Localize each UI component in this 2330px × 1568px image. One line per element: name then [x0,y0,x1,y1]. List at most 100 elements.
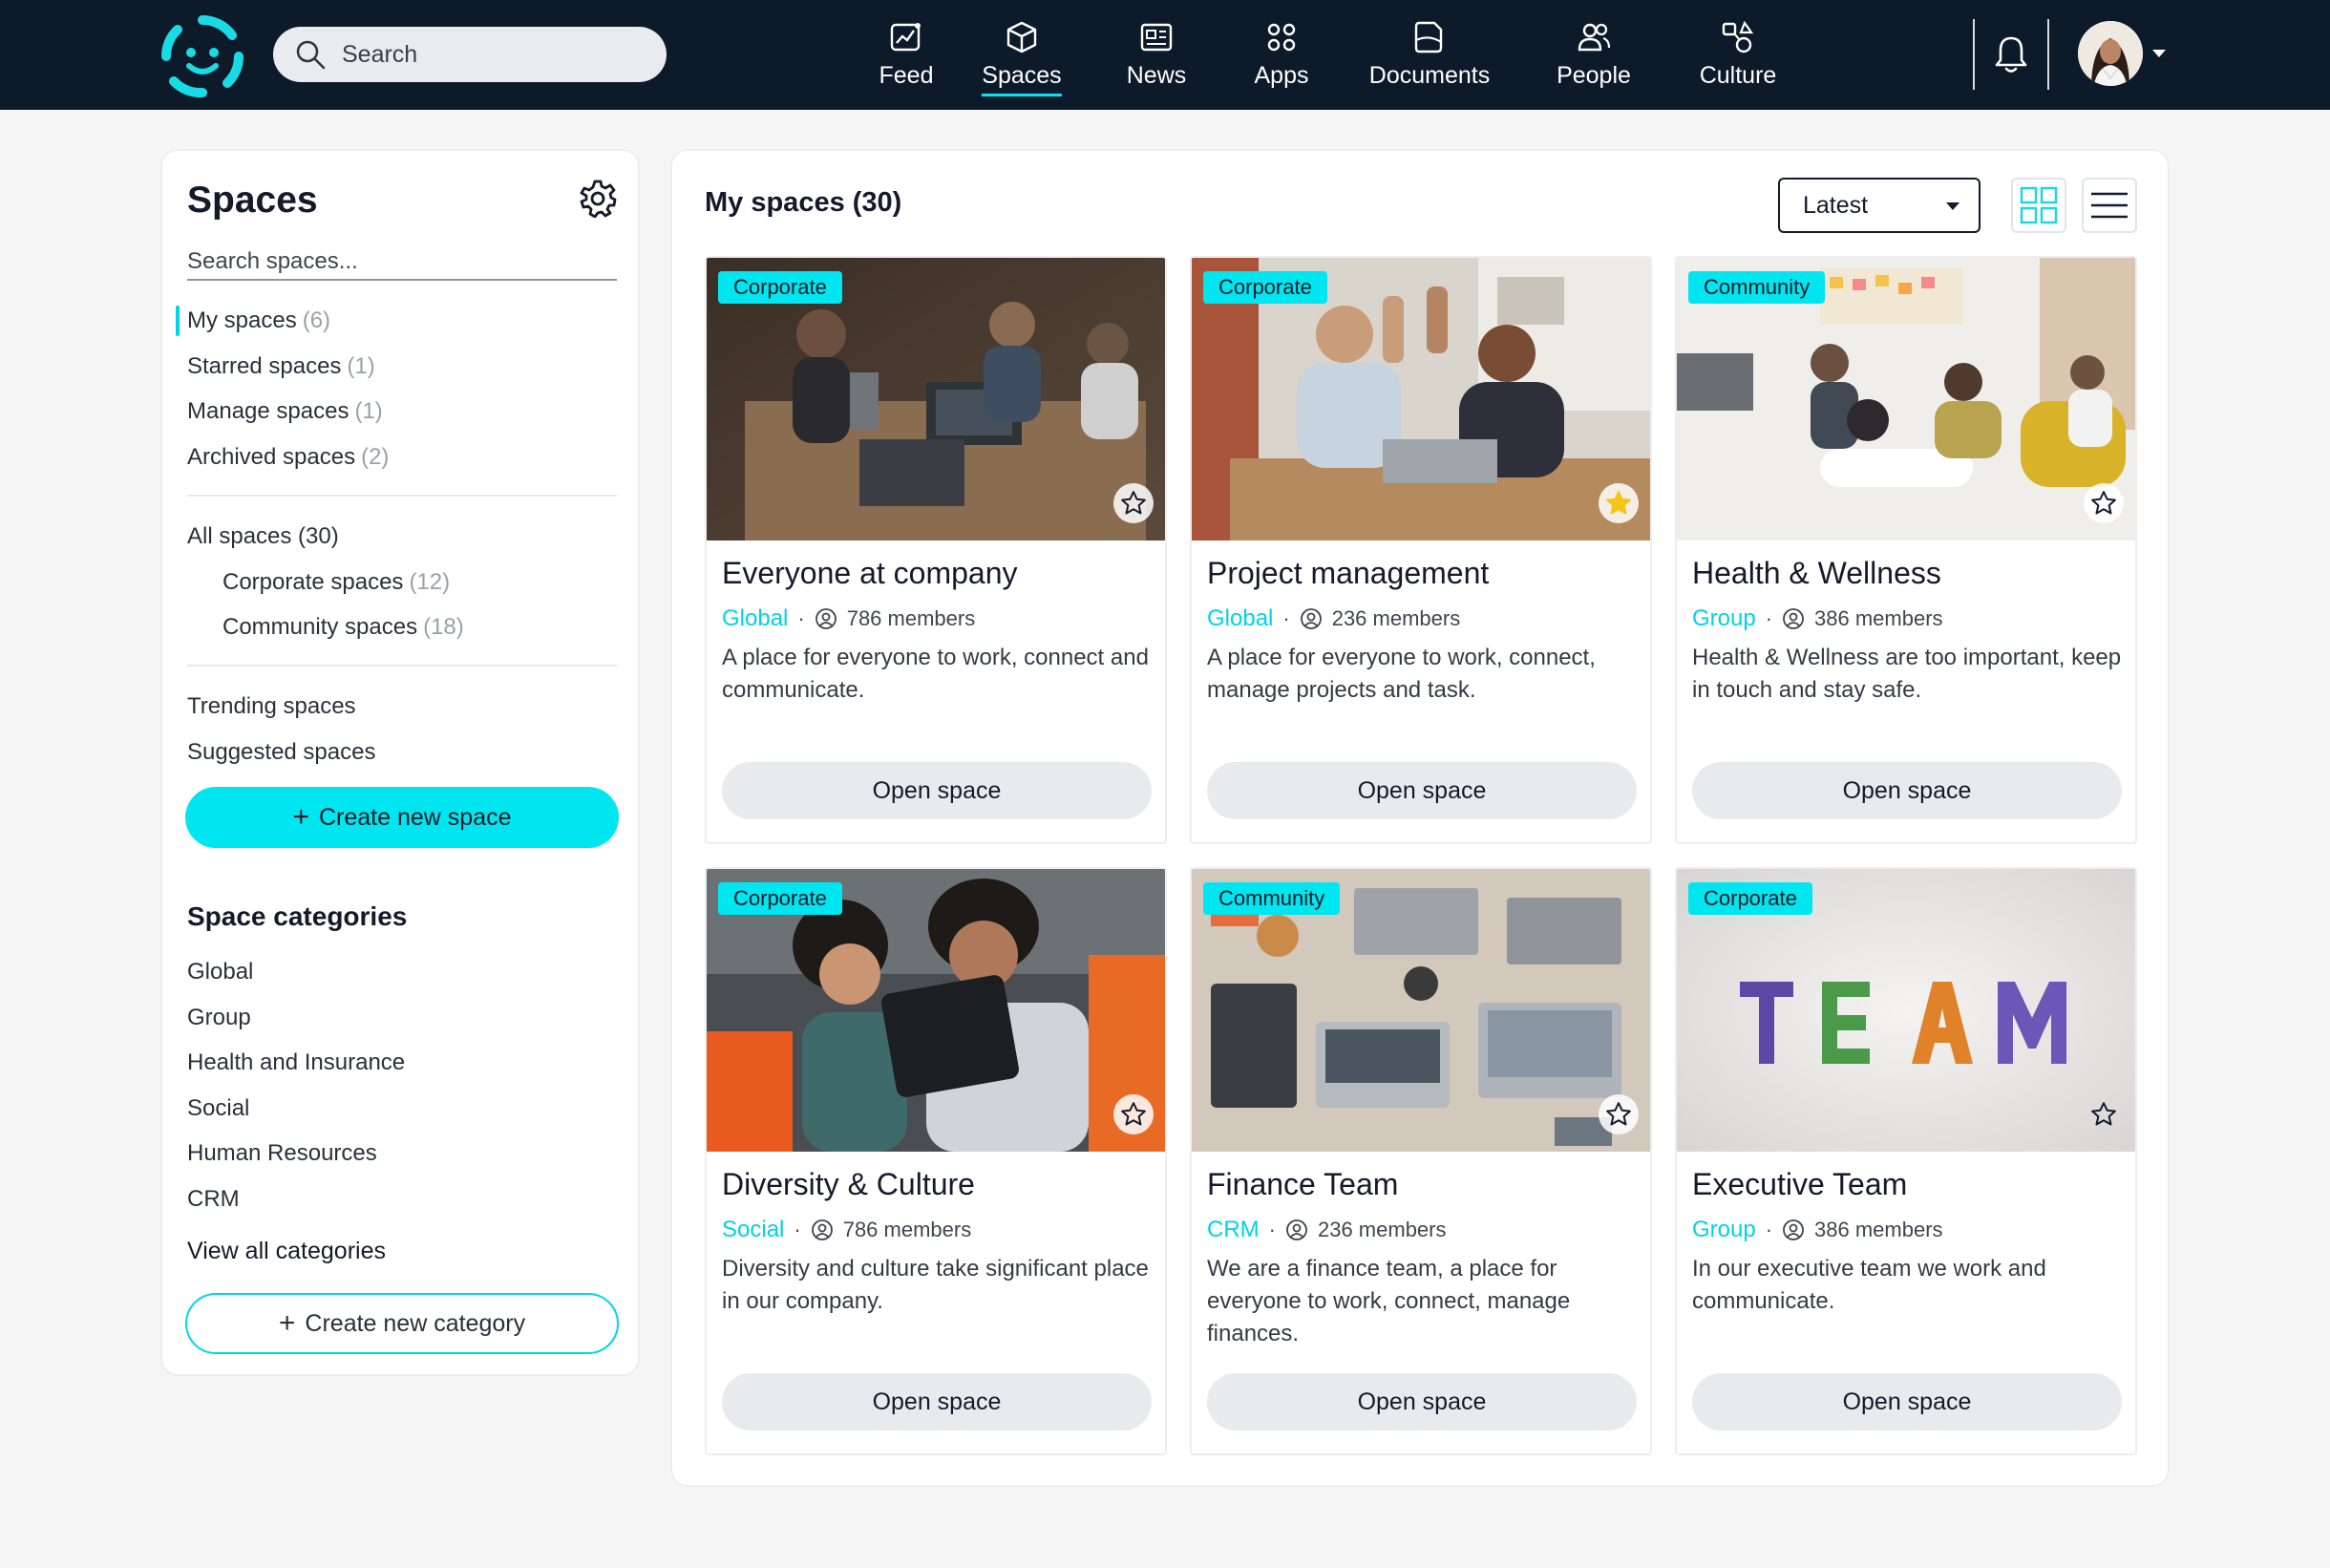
nav-documents[interactable]: Documents [1339,0,1520,110]
space-title[interactable]: Project management [1207,556,1489,591]
category-item-social[interactable]: Social [187,1086,405,1132]
discover-spaces-list: Trending spaces Suggested spaces [187,684,617,774]
space-card: Community Health & Wellness Group · 386 … [1675,256,2137,844]
star-icon[interactable] [2084,483,2124,523]
star-filled-icon[interactable] [1599,483,1639,523]
space-title[interactable]: Finance Team [1207,1167,1398,1202]
search-spaces-input[interactable]: Search spaces... [187,246,617,281]
culture-icon [1722,20,1754,53]
category-item-health-and-insurance[interactable]: Health and Insurance [187,1040,405,1086]
star-icon[interactable] [1113,483,1154,523]
space-meta: Social · 786 members [722,1217,972,1243]
space-description: We are a finance team, a place for every… [1207,1256,1571,1346]
search-icon [296,40,326,70]
page-title: My spaces (30) [705,187,902,218]
space-title[interactable]: Executive Team [1692,1167,1907,1202]
open-space-button[interactable]: Open space [1692,762,2122,819]
sidebar-item-manage-spaces[interactable]: Manage spaces (1) [187,389,617,434]
sidebar-item-suggested-spaces[interactable]: Suggested spaces [187,730,617,775]
open-space-button[interactable]: Open space [1207,762,1637,819]
sidebar-item-community-spaces[interactable]: Community spaces (18) [187,604,617,650]
news-icon [1140,23,1173,52]
nav-spaces[interactable]: Spaces [955,0,1089,110]
space-card: Corporate Project management Global · 23… [1190,256,1652,844]
spaces-icon [1006,21,1037,53]
space-meta: CRM · 236 members [1207,1217,1447,1243]
open-space-button[interactable]: Open space [1207,1373,1637,1430]
feed-icon [890,23,921,52]
space-members-count: 236 members [1317,1218,1447,1241]
nav-news[interactable]: News [1089,0,1224,110]
sidebar-item-my-spaces[interactable]: My spaces (6) [176,298,617,344]
space-category[interactable]: CRM [1207,1217,1260,1243]
spaces-sidebar: Spaces Search spaces... My spaces (6) Sta… [160,149,640,1376]
sidebar-item-archived-spaces[interactable]: Archived spaces (2) [187,434,617,480]
space-title[interactable]: Diversity & Culture [722,1167,975,1202]
open-space-button[interactable]: Open space [722,762,1152,819]
open-space-button[interactable]: Open space [1692,1373,2122,1430]
space-description: A place for everyone to work, connect an… [722,645,1149,703]
space-category[interactable]: Group [1692,605,1756,632]
user-avatar[interactable] [2078,21,2143,86]
star-icon[interactable] [2084,1094,2124,1134]
star-icon[interactable] [1599,1094,1639,1134]
space-card: Corporate Everyone at company Global · 7… [705,256,1167,844]
space-type-tag: Corporate [1203,271,1327,304]
view-all-categories-link[interactable]: View all categories [187,1238,386,1265]
nav-people[interactable]: People [1520,0,1667,110]
sidebar-item-all-spaces[interactable]: All spaces (30) [187,514,617,560]
space-card: Corporate Diversity & Culture Social · 7… [705,867,1167,1455]
space-category[interactable]: Global [1207,605,1273,632]
main-nav: Feed Spaces News Apps Documents People C… [858,0,1809,110]
sidebar-item-starred-spaces[interactable]: Starred spaces (1) [187,344,617,390]
space-members-count: 786 members [842,1218,972,1241]
category-item-crm[interactable]: CRM [187,1176,405,1222]
space-title[interactable]: Everyone at company [722,556,1018,591]
category-item-human-resources[interactable]: Human Resources [187,1131,405,1176]
sidebar-divider [187,495,617,497]
category-item-global[interactable]: Global [187,949,405,995]
list-view-button[interactable] [2082,178,2137,233]
space-meta: Global · 786 members [722,605,976,632]
create-new-category-button[interactable]: + Create new category [185,1293,619,1354]
my-spaces-list: My spaces (6) Starred spaces (1) Manage sp… [176,298,617,480]
nav-apps[interactable]: Apps [1224,0,1339,110]
space-meta: Group · 386 members [1692,1217,1943,1243]
sidebar-item-corporate-spaces[interactable]: Corporate spaces (12) [187,560,617,605]
all-spaces-list: All spaces (30) Corporate spaces (12) Com… [187,514,617,650]
space-members-count: 386 members [1814,1218,1943,1241]
sidebar-item-trending-spaces[interactable]: Trending spaces [187,684,617,730]
sort-select[interactable]: Latest [1778,178,1980,233]
members-icon [811,1219,833,1240]
create-new-space-button[interactable]: + Create new space [185,787,619,848]
grid-view-button[interactable] [2011,178,2066,233]
space-categories-title: Space categories [187,901,408,931]
members-icon [1286,1219,1307,1240]
nav-culture[interactable]: Culture [1667,0,1809,110]
apps-icon [1267,23,1296,52]
global-search-input[interactable]: Search [273,27,667,82]
open-space-button[interactable]: Open space [722,1373,1152,1430]
space-category[interactable]: Group [1692,1217,1756,1243]
space-description: Diversity and culture take significant p… [722,1256,1149,1314]
space-category[interactable]: Global [722,605,788,632]
space-title[interactable]: Health & Wellness [1692,556,1941,591]
app-logo[interactable] [160,14,244,98]
members-icon [815,608,837,629]
space-type-tag: Corporate [1688,882,1812,915]
space-category[interactable]: Social [722,1217,784,1243]
nav-feed[interactable]: Feed [858,0,955,110]
documents-icon [1414,21,1443,53]
space-categories-list: Global Group Health and Insurance Social… [187,949,405,1221]
star-icon[interactable] [1113,1094,1154,1134]
sidebar-divider [187,665,617,667]
members-icon [1783,608,1804,629]
people-icon [1578,23,1611,52]
space-type-tag: Corporate [718,882,842,915]
gear-icon[interactable] [579,180,617,218]
chevron-down-icon[interactable] [2152,50,2166,57]
category-item-group[interactable]: Group [187,995,405,1041]
header-divider [1973,19,1975,90]
bell-icon[interactable] [1992,34,2030,74]
space-type-tag: Corporate [718,271,842,304]
